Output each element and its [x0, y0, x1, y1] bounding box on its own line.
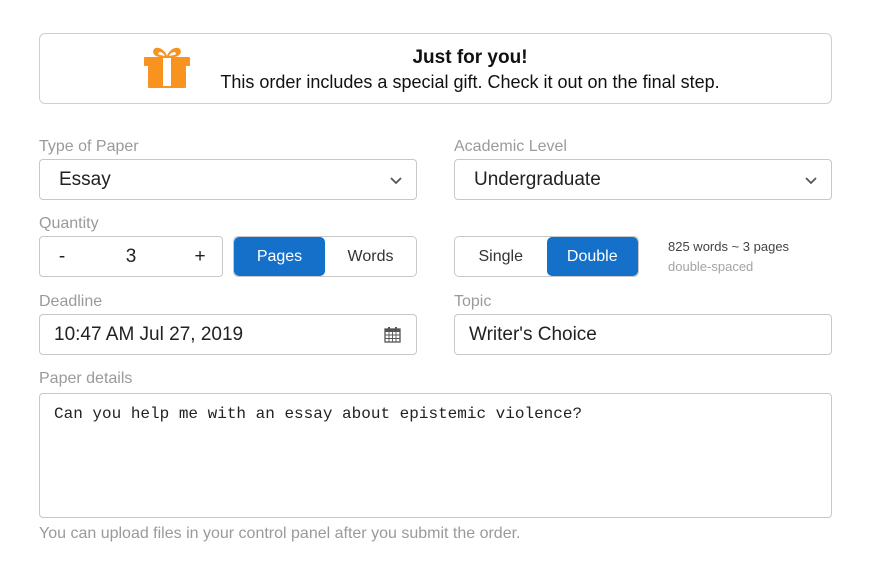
spacing-toggle: Single Double [454, 236, 639, 277]
calendar-icon[interactable] [384, 326, 401, 343]
word-count-summary: 825 words ~ 3 pages [668, 239, 790, 254]
words-option[interactable]: Words [325, 237, 416, 276]
upload-note: You can upload files in your control pan… [39, 525, 521, 542]
quantity-unit-toggle: Pages Words [233, 236, 417, 277]
double-spacing-option[interactable]: Double [546, 237, 638, 276]
quantity-stepper[interactable]: - 3 + [39, 236, 223, 277]
pages-option[interactable]: Pages [234, 237, 325, 276]
banner-title: Just for you! [412, 47, 528, 68]
deadline-label: Deadline [39, 293, 103, 310]
deadline-value: 10:47 AM Jul 27, 2019 [54, 323, 244, 345]
paper-details-textarea[interactable]: Can you help me with an essay about epis… [39, 393, 832, 518]
type-of-paper-value: Essay [59, 168, 111, 190]
quantity-value[interactable]: 3 [101, 246, 161, 268]
spacing-note: double-spaced [668, 259, 754, 274]
topic-label: Topic [454, 293, 492, 310]
academic-level-value: Undergraduate [474, 168, 601, 190]
banner-subtitle: This order includes a special gift. Chec… [220, 72, 720, 92]
academic-level-select[interactable]: Undergraduate [454, 159, 832, 200]
type-of-paper-label: Type of Paper [39, 138, 139, 155]
paper-details-label: Paper details [39, 370, 133, 387]
deadline-input[interactable]: 10:47 AM Jul 27, 2019 [39, 314, 417, 355]
topic-input[interactable]: Writer's Choice [454, 314, 832, 355]
chevron-down-icon [805, 176, 817, 184]
academic-level-label: Academic Level [454, 138, 567, 155]
gift-banner: Just for you! This order includes a spec… [39, 33, 832, 104]
single-spacing-option[interactable]: Single [455, 237, 547, 276]
topic-value: Writer's Choice [469, 323, 597, 345]
quantity-label: Quantity [39, 215, 99, 232]
gift-icon [144, 47, 190, 88]
type-of-paper-select[interactable]: Essay [39, 159, 417, 200]
decrement-button[interactable]: - [40, 246, 84, 268]
increment-button[interactable]: + [178, 246, 222, 268]
chevron-down-icon [390, 176, 402, 184]
